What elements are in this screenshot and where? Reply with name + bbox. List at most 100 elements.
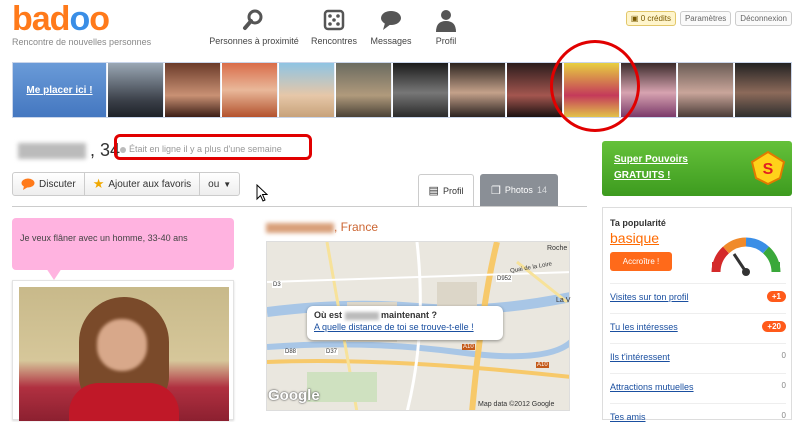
redacted-city: [266, 222, 334, 233]
dice-icon: [323, 9, 345, 31]
map-callout: Où est maintenant ? A quelle distance de…: [307, 306, 503, 340]
nav-label: Profil: [435, 36, 457, 46]
person-icon: [436, 10, 456, 32]
map-label: A10: [462, 344, 475, 350]
popularity-gauge-icon: [711, 237, 781, 276]
bubble-tail: [46, 268, 62, 280]
account-links: ▣ 0 crédits Paramètres Déconnexion: [625, 11, 792, 26]
speech-bubble-icon: [381, 11, 401, 30]
stat-count: 0: [781, 351, 786, 360]
chat-label: Discuter: [39, 178, 76, 190]
credits-label: 0 crédits: [640, 14, 671, 23]
photo-count: 14: [536, 185, 547, 195]
map-label: D88: [284, 349, 298, 355]
stat-profile-visits[interactable]: Visites sur ton profil +1: [610, 283, 786, 313]
profile-card-icon: ▤: [428, 185, 439, 197]
redacted-name: [18, 143, 86, 160]
super-powers-banner[interactable]: Super Pouvoirs GRATUITS ! S: [602, 141, 792, 196]
map-label: Roche: [547, 245, 568, 252]
map-label: D952: [496, 276, 513, 282]
svg-text:S: S: [763, 161, 774, 178]
nav-profile[interactable]: Profil: [401, 8, 491, 46]
stat-mutual-attractions[interactable]: Attractions mutuelles 0: [610, 373, 786, 403]
distance-link[interactable]: A quelle distance de toi se trouve-t-ell…: [314, 322, 496, 332]
stat-label[interactable]: Tu les intéresses: [610, 322, 678, 332]
nav-people-nearby[interactable]: Personnes à proximité: [209, 8, 299, 46]
profile-actions: Discuter ★ Ajouter aux favoris ou ▼: [12, 172, 241, 196]
spotlight-photo[interactable]: [734, 63, 791, 117]
star-icon: ★: [92, 176, 105, 191]
highlight-ring: [550, 40, 640, 132]
online-status: Était en ligne il y a plus d'une semaine: [120, 144, 282, 154]
profile-name: , 34: [18, 140, 120, 161]
spotlight-photo[interactable]: [449, 63, 505, 117]
boost-button[interactable]: Accroître !: [610, 252, 672, 271]
spotlight-photo[interactable]: [392, 63, 448, 117]
spotlight-photo[interactable]: [107, 63, 163, 117]
chevron-down-icon: ▼: [223, 179, 232, 189]
profile-photo-image: [19, 287, 229, 421]
spotlight-photo[interactable]: [221, 63, 277, 117]
map-label: D37: [325, 349, 339, 355]
status-dot-icon: [120, 146, 126, 153]
logo-tagline: Rencontre de nouvelles personnes: [12, 37, 152, 47]
tab-photos-label: Photos: [504, 185, 533, 195]
profile-photo[interactable]: [12, 280, 234, 421]
more-label: ou: [208, 178, 220, 190]
photos-icon: ❐: [491, 184, 501, 197]
spotlight-photo[interactable]: [164, 63, 220, 117]
super-powers-text: Super Pouvoirs GRATUITS !: [614, 152, 688, 184]
popularity-value[interactable]: basique: [610, 230, 659, 246]
add-favorite-button[interactable]: ★ Ajouter aux favoris: [85, 173, 201, 195]
stat-friends[interactable]: Tes amis 0: [610, 403, 786, 422]
spotlight-photo[interactable]: [335, 63, 391, 117]
stat-label[interactable]: Visites sur ton profil: [610, 292, 688, 302]
nav-label: Personnes à proximité: [209, 36, 299, 46]
more-dropdown[interactable]: ou ▼: [200, 173, 239, 195]
stat-count: 0: [781, 411, 786, 420]
popularity-label: Ta popularité: [610, 218, 666, 228]
coin-icon: ▣: [630, 14, 641, 23]
stat-label[interactable]: Ils t'intéressent: [610, 352, 670, 362]
superpower-shield-icon: S: [750, 150, 786, 186]
location-country: , France: [334, 220, 379, 234]
logout-button[interactable]: Déconnexion: [735, 11, 792, 26]
tab-divider: [12, 206, 587, 207]
tab-profile[interactable]: ▤ Profil: [418, 174, 474, 206]
map-question: Où est maintenant ?: [314, 310, 496, 320]
map-label: A10: [536, 362, 549, 368]
favorite-label: Ajouter aux favoris: [108, 178, 192, 190]
stat-interested-in-you[interactable]: Tu les intéresses +20: [610, 313, 786, 343]
stat-you-are-interested[interactable]: Ils t'intéressent 0: [610, 343, 786, 373]
tab-photos[interactable]: ❐ Photos 14: [480, 174, 558, 206]
profile-intent-bubble: Je veux flâner avec un homme, 33-40 ans: [12, 218, 234, 270]
super-powers-line1: Super Pouvoirs: [614, 154, 688, 165]
map-copyright: Map data ©2012 Google: [478, 401, 555, 408]
profile-location: , France: [266, 220, 378, 234]
spotlight-photo[interactable]: [278, 63, 334, 117]
chat-bubble-icon: [21, 178, 35, 190]
status-text: Était en ligne il y a plus d'une semaine: [129, 144, 282, 154]
google-logo: Google: [268, 387, 320, 404]
stat-count: 0: [781, 381, 786, 390]
stat-label[interactable]: Tes amis: [610, 412, 646, 422]
stat-label[interactable]: Attractions mutuelles: [610, 382, 694, 392]
map-question-prefix: Où est: [314, 310, 343, 320]
map-label: La V: [556, 297, 571, 304]
map-question-suffix: maintenant ?: [381, 310, 438, 320]
credits-button[interactable]: ▣ 0 crédits: [625, 11, 676, 26]
redacted-name: [344, 311, 379, 320]
spotlight-photo[interactable]: [677, 63, 733, 117]
stat-badge: +20: [762, 321, 786, 332]
map-label: D3: [272, 282, 282, 288]
chat-button[interactable]: Discuter: [13, 173, 85, 195]
logo-wordmark: badoo: [12, 0, 110, 38]
tab-profile-label: Profil: [442, 185, 464, 196]
badoo-logo[interactable]: badoo Rencontre de nouvelles personnes: [12, 0, 152, 47]
stat-badge: +1: [766, 291, 786, 302]
mouse-cursor-icon: [256, 184, 268, 202]
magnifier-icon: [243, 9, 263, 30]
settings-button[interactable]: Paramètres: [679, 11, 732, 26]
super-powers-line2: GRATUITS !: [614, 170, 671, 181]
place-me-button[interactable]: Me placer ici !: [13, 63, 106, 117]
